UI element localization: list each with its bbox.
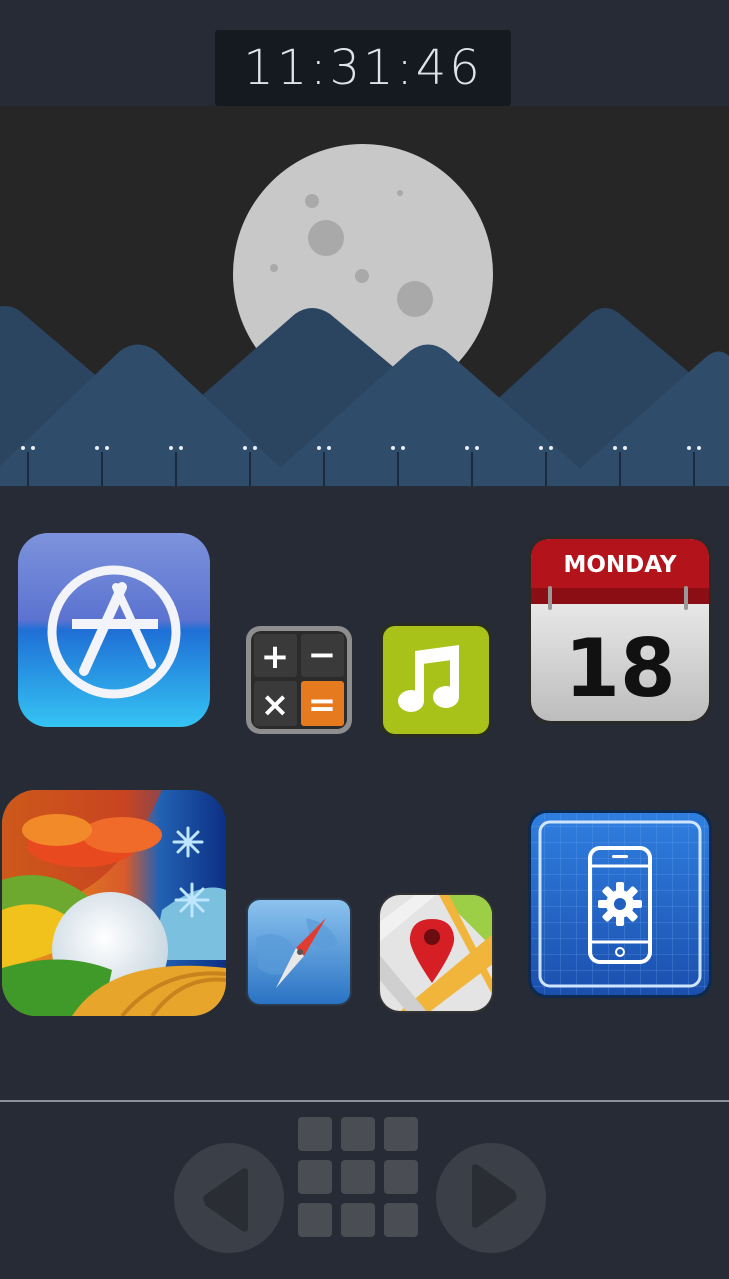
calendar-icon[interactable]: MONDAY 18 [528, 536, 712, 724]
equals-symbol: = [308, 685, 337, 725]
app-store-logo [18, 533, 210, 727]
app-grid-icon [384, 1160, 418, 1194]
music-note-logo [380, 623, 492, 737]
weather-logo [2, 790, 226, 1016]
safari-icon[interactable] [246, 898, 352, 1006]
settings-phone-gear-logo [528, 810, 712, 998]
plus-symbol: + [261, 637, 290, 677]
app-grid-icon [341, 1203, 375, 1237]
dock-divider [0, 1100, 729, 1102]
calendar-day-name: MONDAY [563, 552, 676, 578]
prev-page-button[interactable] [174, 1143, 284, 1253]
safari-compass-logo [246, 898, 352, 1006]
app-grid-icon [298, 1117, 332, 1151]
calendar-logo: MONDAY 18 [528, 536, 712, 724]
next-page-button[interactable] [436, 1143, 546, 1253]
minus-symbol: − [308, 635, 337, 675]
app-grid-button[interactable] [298, 1117, 422, 1241]
clock-time: 11:31:46 [243, 40, 483, 96]
calculator-icon[interactable]: + − × = [246, 626, 352, 734]
music-icon[interactable] [380, 623, 492, 737]
moon-mountains-illustration [0, 144, 729, 486]
triangle-left-icon [203, 1168, 248, 1232]
app-store-icon[interactable] [18, 533, 210, 727]
status-clock: 11:31:46 [215, 30, 511, 106]
maps-icon[interactable] [378, 893, 494, 1013]
app-grid-icon [384, 1117, 418, 1151]
app-grid-icon [341, 1117, 375, 1151]
app-grid-icon [298, 1160, 332, 1194]
weather-icon[interactable] [2, 790, 226, 1016]
wallpaper-night-scene [0, 106, 729, 486]
times-symbol: × [261, 685, 290, 725]
app-grid-icon [384, 1203, 418, 1237]
app-grid-icon [341, 1160, 375, 1194]
triangle-right-icon [472, 1164, 517, 1228]
app-grid-icon [298, 1203, 332, 1237]
calendar-day-number: 18 [564, 622, 675, 715]
calculator-logo: + − × = [246, 626, 352, 734]
settings-icon[interactable] [528, 810, 712, 998]
maps-pin-logo [378, 893, 494, 1013]
